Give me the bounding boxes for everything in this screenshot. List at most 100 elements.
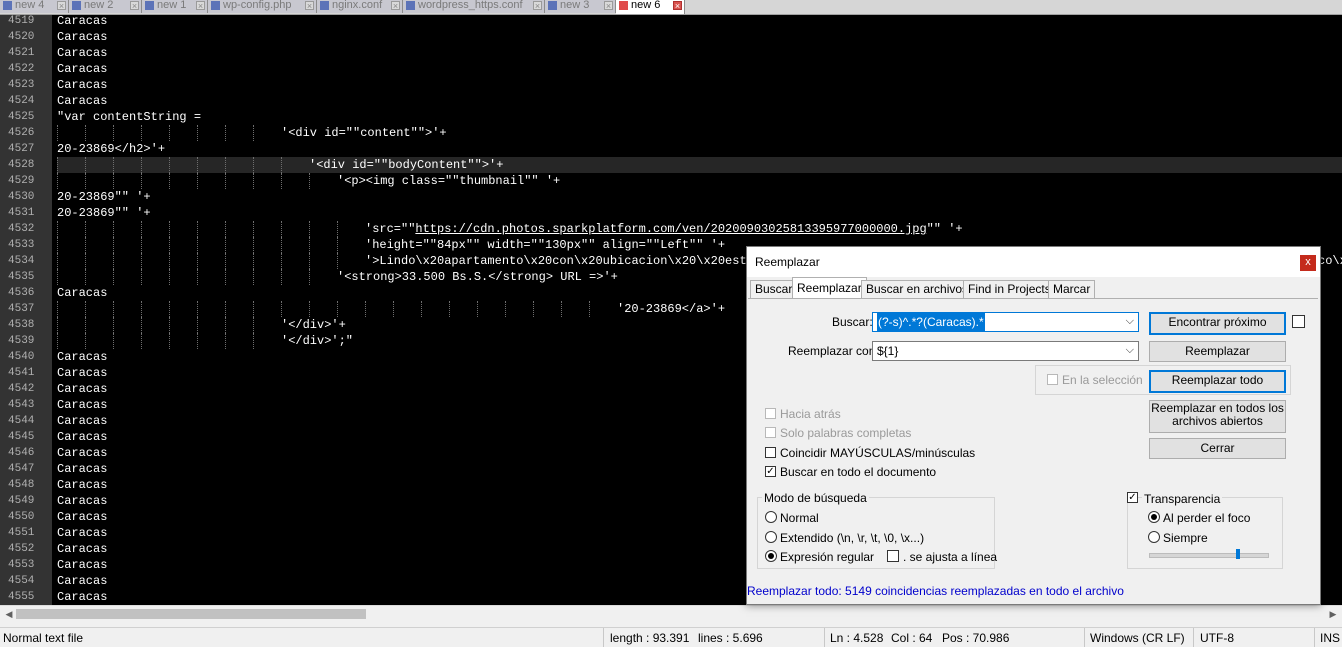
tab-wordpress-https[interactable]: wordpress_https.conf × bbox=[403, 0, 545, 13]
scrollbar-thumb[interactable] bbox=[16, 609, 366, 619]
tab-marcar[interactable]: Marcar bbox=[1048, 280, 1096, 298]
url-link[interactable]: https://cdn.photos.sparkplatform.com/ven… bbox=[415, 221, 926, 237]
editor-line[interactable]: 4520 Caracas bbox=[0, 29, 1342, 45]
editor-line[interactable]: 4529 '<p><img class=""thumbnail"" '+ bbox=[0, 173, 1342, 189]
dialog-titlebar[interactable]: Reemplazar x bbox=[747, 247, 1320, 277]
editor-line[interactable]: 4528 '<div id=""bodyContent"">'+ bbox=[0, 157, 1342, 173]
editor-line[interactable]: 4523 Caracas bbox=[0, 77, 1342, 93]
tab-new-4[interactable]: new 4 × bbox=[0, 0, 69, 13]
mode-regex-label: Expresión regular bbox=[780, 550, 875, 564]
tab-close-icon[interactable]: × bbox=[130, 1, 139, 11]
replace-button[interactable]: Reemplazar bbox=[1149, 341, 1286, 362]
editor-line[interactable]: 4522 Caracas bbox=[0, 61, 1342, 77]
editor-line[interactable]: 4531 20-23869"" '+ bbox=[0, 205, 1342, 221]
whole-word-checkbox[interactable] bbox=[765, 427, 776, 438]
close-button[interactable]: Cerrar bbox=[1149, 438, 1286, 459]
editor-line[interactable]: 4519 Caracas bbox=[0, 15, 1342, 29]
horizontal-scrollbar[interactable]: ◀ ▶ bbox=[0, 605, 1342, 623]
line-number: 4543 bbox=[8, 399, 35, 411]
line-number: 4547 bbox=[8, 463, 35, 475]
transparency-slider-thumb[interactable] bbox=[1236, 549, 1240, 559]
dot-newline-checkbox[interactable] bbox=[887, 550, 899, 562]
line-number: 4548 bbox=[8, 479, 35, 491]
line-number: 4537 bbox=[8, 303, 35, 315]
find-input[interactable]: (?-s)^.*?(Caracas).* bbox=[877, 313, 985, 331]
always-radio[interactable] bbox=[1148, 531, 1160, 543]
mode-extended-radio[interactable] bbox=[765, 531, 777, 543]
find-combobox[interactable]: (?-s)^.*?(Caracas).* ⌵ bbox=[872, 312, 1139, 332]
find-next-button[interactable]: Encontrar próximo bbox=[1149, 312, 1286, 335]
cursor-line: Ln : 4.528 bbox=[830, 631, 884, 645]
line-text: Caracas bbox=[57, 62, 108, 76]
tab-close-icon[interactable]: × bbox=[391, 1, 400, 11]
line-text: 20-23869"" '+ bbox=[57, 206, 151, 220]
file-icon bbox=[320, 1, 329, 10]
replace-all-open-files-button[interactable]: Reemplazar en todos los archivos abierto… bbox=[1149, 400, 1286, 433]
tab-buscar[interactable]: Buscar bbox=[750, 280, 798, 298]
editor-line[interactable]: 4530 20-23869"" '+ bbox=[0, 189, 1342, 205]
line-text: '<div id=""content"">'+ bbox=[57, 125, 1342, 141]
find-label: Buscar: bbox=[832, 315, 873, 329]
match-case-label: Coincidir MAYÚSCULAS/minúsculas bbox=[780, 446, 976, 460]
editor-line[interactable]: 4527 20-23869</h2>'+ bbox=[0, 141, 1342, 157]
transparency-label: Transparencia bbox=[1142, 492, 1223, 506]
encoding[interactable]: UTF-8 bbox=[1200, 631, 1234, 645]
line-text: '<p><img class=""thumbnail"" '+ bbox=[57, 173, 1342, 189]
eol-format[interactable]: Windows (CR LF) bbox=[1090, 631, 1185, 645]
match-case-checkbox[interactable] bbox=[765, 447, 776, 458]
on-lose-focus-radio[interactable] bbox=[1148, 511, 1160, 523]
backward-checkbox[interactable] bbox=[765, 408, 776, 419]
line-number: 4551 bbox=[8, 527, 35, 539]
cursor-pos: Pos : 70.986 bbox=[942, 631, 1010, 645]
file-icon bbox=[548, 1, 557, 10]
tab-close-icon[interactable]: × bbox=[604, 1, 613, 11]
editor-line[interactable]: 4524 Caracas bbox=[0, 93, 1342, 109]
in-selection-checkbox[interactable] bbox=[1047, 374, 1058, 385]
wrap-around-checkbox[interactable]: ✓ bbox=[765, 466, 776, 477]
tab-close-icon[interactable]: × bbox=[196, 1, 205, 11]
tab-new-1[interactable]: new 1 × bbox=[142, 0, 208, 13]
tab-new-6[interactable]: new 6 × bbox=[616, 0, 685, 14]
tab-new-3[interactable]: new 3 × bbox=[545, 0, 616, 13]
tab-reemplazar[interactable]: Reemplazar bbox=[792, 277, 867, 299]
mode-normal-label: Normal bbox=[780, 511, 819, 525]
tab-wp-config[interactable]: wp-config.php × bbox=[208, 0, 317, 13]
file-icon bbox=[211, 1, 220, 10]
chevron-down-icon[interactable]: ⌵ bbox=[1126, 341, 1134, 359]
chevron-down-icon[interactable]: ⌵ bbox=[1126, 312, 1134, 330]
tab-close-icon[interactable]: × bbox=[305, 1, 314, 11]
line-number: 4553 bbox=[8, 559, 35, 571]
tab-find-in-projects[interactable]: Find in Projects bbox=[963, 280, 1056, 298]
transparency-checkbox[interactable]: ✓ bbox=[1127, 492, 1138, 503]
tab-close-icon[interactable]: × bbox=[57, 1, 66, 11]
tab-nginx-conf[interactable]: nginx.conf × bbox=[317, 0, 403, 13]
replace-combobox[interactable]: ${1} ⌵ bbox=[872, 341, 1139, 361]
file-icon bbox=[145, 1, 154, 10]
mode-normal-radio[interactable] bbox=[765, 511, 777, 523]
mode-regex-radio[interactable] bbox=[765, 550, 777, 562]
line-number: 4529 bbox=[8, 175, 35, 187]
close-icon[interactable]: x bbox=[1300, 255, 1316, 271]
replace-input[interactable]: ${1} bbox=[877, 342, 898, 360]
scroll-right-icon[interactable]: ▶ bbox=[1327, 608, 1339, 620]
doc-length: length : 93.391 bbox=[610, 631, 690, 645]
tab-close-icon[interactable]: × bbox=[533, 1, 542, 11]
replace-all-button[interactable]: Reemplazar todo bbox=[1149, 370, 1286, 393]
tab-close-icon[interactable]: × bbox=[673, 1, 682, 11]
in-selection-label: En la selección bbox=[1062, 373, 1143, 387]
line-number: 4535 bbox=[8, 271, 35, 283]
transparency-slider-track[interactable] bbox=[1149, 553, 1269, 558]
editor-line[interactable]: 4526 '<div id=""content"">'+ bbox=[0, 125, 1342, 141]
editor-line[interactable]: 4525 "var contentString = bbox=[0, 109, 1342, 125]
tab-new-2[interactable]: new 2 × bbox=[69, 0, 142, 13]
line-number: 4555 bbox=[8, 591, 35, 603]
editor-line[interactable]: 4532 'src="" https://cdn.photos.sparkplatf… bbox=[0, 221, 1342, 237]
find-next-option-checkbox[interactable] bbox=[1292, 315, 1305, 328]
editor-line[interactable]: 4521 Caracas bbox=[0, 45, 1342, 61]
file-type: Normal text file bbox=[3, 631, 84, 645]
line-number: 4521 bbox=[8, 47, 35, 59]
doc-lines: lines : 5.696 bbox=[698, 631, 763, 645]
scroll-left-icon[interactable]: ◀ bbox=[3, 608, 15, 620]
line-number: 4542 bbox=[8, 383, 35, 395]
tab-buscar-en-archivos[interactable]: Buscar en archivos bbox=[861, 280, 974, 298]
